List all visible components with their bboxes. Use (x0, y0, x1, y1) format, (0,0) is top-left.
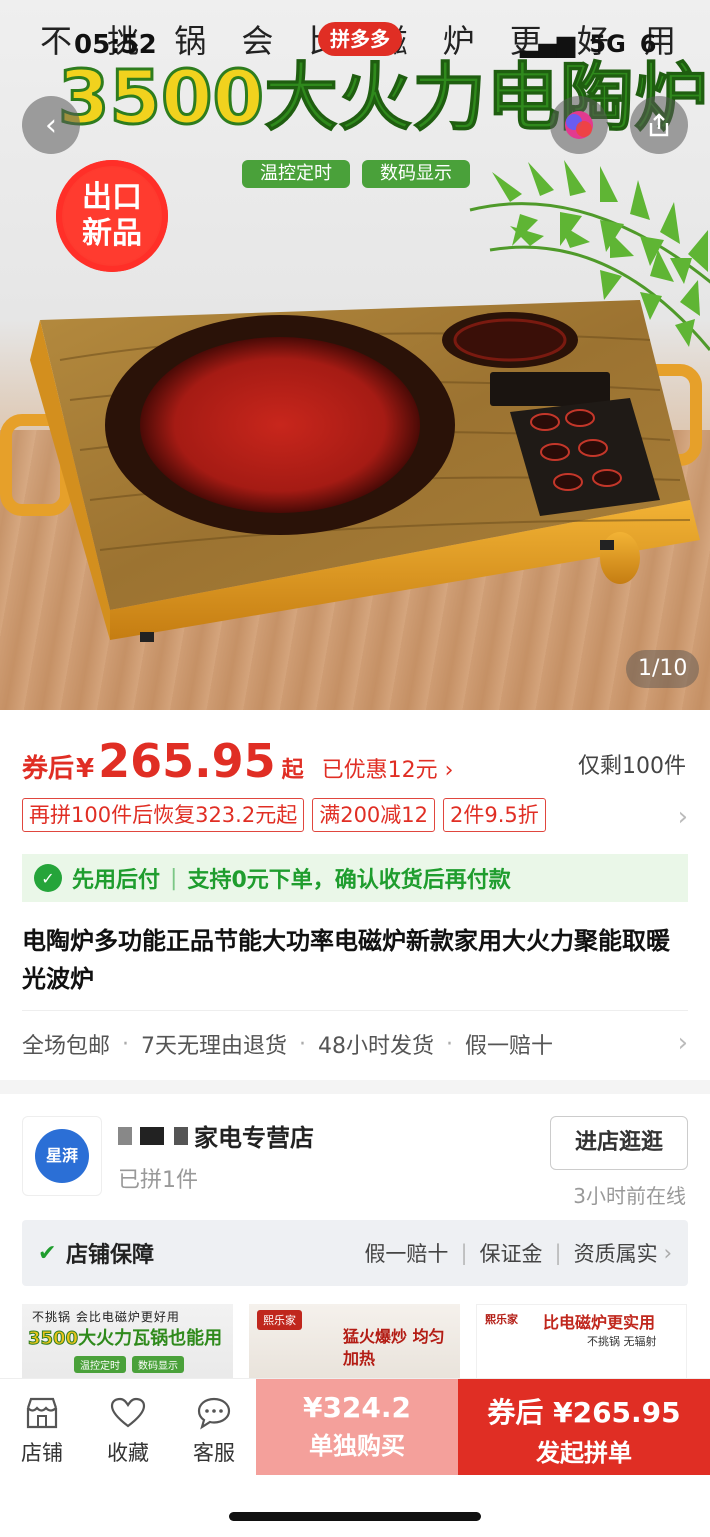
product-image-carousel[interactable]: 不 挑 锅 会 比 磁 炉 更 好 用 3500大火力电陶炉 温控定时 数码显示… (0, 0, 710, 710)
status-indicators: ▂▄▆ 5G 6 (520, 30, 656, 58)
colorful-orb-icon (565, 111, 593, 139)
chevron-right-icon[interactable]: › (678, 802, 688, 832)
image-counter: 1/10 (626, 650, 700, 688)
product-thumb[interactable]: 熙乐家 比电磁炉更实用 不挑锅 无辐射 (476, 1304, 687, 1384)
service-guarantees[interactable]: 全场包邮 · 7天无理由退货 · 48小时发货 · 假一赔十 (22, 1028, 553, 1060)
chevron-left-icon: ‹ (45, 107, 57, 143)
chevron-right-icon: › (444, 758, 454, 783)
network-label: 5G (589, 30, 626, 58)
store-nav-button[interactable]: 店铺 (2, 1393, 82, 1467)
shield-check-icon: ✔ (38, 1241, 57, 1266)
price-suffix: 起 (281, 758, 304, 783)
assistant-button[interactable] (550, 96, 608, 154)
hero-title-number: 3500 (57, 55, 266, 142)
price-amount: 265.95 (98, 734, 276, 788)
chevron-right-icon[interactable]: › (678, 1028, 688, 1058)
redacted-text (118, 1126, 188, 1145)
group-label: 发起拼单 (536, 1439, 632, 1467)
promo-tag: 满200减12 (312, 798, 436, 832)
stock-remaining: 仅剩100件 (578, 754, 686, 779)
online-status: 3小时前在线 (573, 1184, 686, 1208)
service-item: 7天无理由退货 (141, 1034, 288, 1059)
discount-link[interactable]: 已优惠12元 › (322, 752, 454, 784)
brand-logo: 熙乐家 (257, 1310, 302, 1330)
share-icon (649, 113, 669, 137)
app-badge: 拼多多 (318, 22, 402, 56)
store-icon (2, 1393, 82, 1433)
customer-service-button[interactable]: 客服 (174, 1393, 254, 1467)
product-thumb[interactable]: 不挑锅 会比电磁炉更好用 3500大火力瓦锅也能用 温控定时 数码显示 (22, 1304, 233, 1384)
service-item: 全场包邮 (22, 1034, 111, 1059)
buy-alone-button[interactable]: ¥324.2 单独购买 (256, 1379, 458, 1475)
price-row: 券后 ¥ 265.95 起 已优惠12元 › (22, 734, 453, 788)
status-time: 05:52 (74, 30, 157, 60)
shop-card: 星湃 家电专营店 已拼1件 进店逛逛 3小时前在线 ✔ 店铺保障 假一赔十 | … (0, 1094, 710, 1394)
price-currency: ¥ (76, 754, 95, 784)
price-label: 券后 (22, 754, 75, 784)
hero-title: 3500大火力电陶炉 (57, 55, 709, 142)
pay-later-icon: ✓ (34, 864, 62, 892)
single-price: ¥324.2 (302, 1391, 412, 1424)
promo-tag: 2件9.5折 (443, 798, 546, 832)
home-indicator[interactable] (229, 1512, 481, 1521)
stove-image (0, 300, 702, 642)
shop-logo[interactable]: 星湃 (22, 1116, 102, 1196)
heart-icon (88, 1393, 168, 1433)
favorite-button[interactable]: 收藏 (88, 1393, 168, 1467)
single-label: 单独购买 (309, 1432, 405, 1460)
shop-guarantee-bar[interactable]: ✔ 店铺保障 假一赔十 | 保证金 | 资质属实 › (22, 1220, 688, 1286)
enter-shop-button[interactable]: 进店逛逛 (550, 1116, 688, 1170)
guarantee-items: 假一赔十 | 保证金 | 资质属实 › (364, 1241, 672, 1266)
share-button[interactable] (630, 96, 688, 154)
guarantee-title: 店铺保障 (66, 1243, 155, 1268)
shop-logo-mark: 星湃 (35, 1129, 89, 1183)
back-button[interactable]: ‹ (22, 96, 80, 154)
pay-later-desc: 支持0元下单，确认收货后再付款 (187, 868, 511, 893)
shop-name[interactable]: 家电专营店 (118, 1118, 314, 1153)
divider (22, 1010, 688, 1011)
signal-icon: ▂▄▆ (520, 30, 576, 58)
promo-tag: 再拼100件后恢复323.2元起 (22, 798, 305, 832)
shop-product-thumbs: 不挑锅 会比电磁炉更好用 3500大火力瓦锅也能用 温控定时 数码显示 熙乐家 猛… (22, 1304, 687, 1384)
product-title: 电陶炉多功能正品节能大功率电磁炉新款家用大火力聚能取暖光波炉 (22, 927, 670, 993)
divider: | (170, 865, 178, 891)
chat-icon (174, 1393, 254, 1433)
service-item: 48小时发货 (318, 1034, 435, 1059)
service-item: 假一赔十 (465, 1034, 554, 1059)
product-thumb[interactable]: 熙乐家 猛火爆炒 均匀加热 (249, 1304, 460, 1384)
group-price: 券后 ¥265.95 (487, 1396, 681, 1429)
export-seal: 出口 新品 (56, 160, 168, 272)
brand-logo: 熙乐家 (485, 1313, 518, 1326)
group-buy-button[interactable]: 券后 ¥265.95 发起拼单 (458, 1379, 710, 1475)
feature-pill-temp: 温控定时 (242, 160, 350, 188)
product-info: 券后 ¥ 265.95 起 已优惠12元 › 仅剩100件 再拼100件后恢复3… (0, 710, 710, 1080)
pay-later-title: 先用后付 (72, 868, 161, 893)
promo-tags[interactable]: 再拼100件后恢复323.2元起 满200减12 2件9.5折 (22, 798, 546, 832)
chevron-right-icon: › (663, 1241, 672, 1265)
pay-later-bar[interactable]: ✓ 先用后付 | 支持0元下单，确认收货后再付款 (22, 854, 688, 902)
shop-sales: 已拼1件 (118, 1168, 198, 1193)
battery-icon: 6 (639, 30, 657, 58)
